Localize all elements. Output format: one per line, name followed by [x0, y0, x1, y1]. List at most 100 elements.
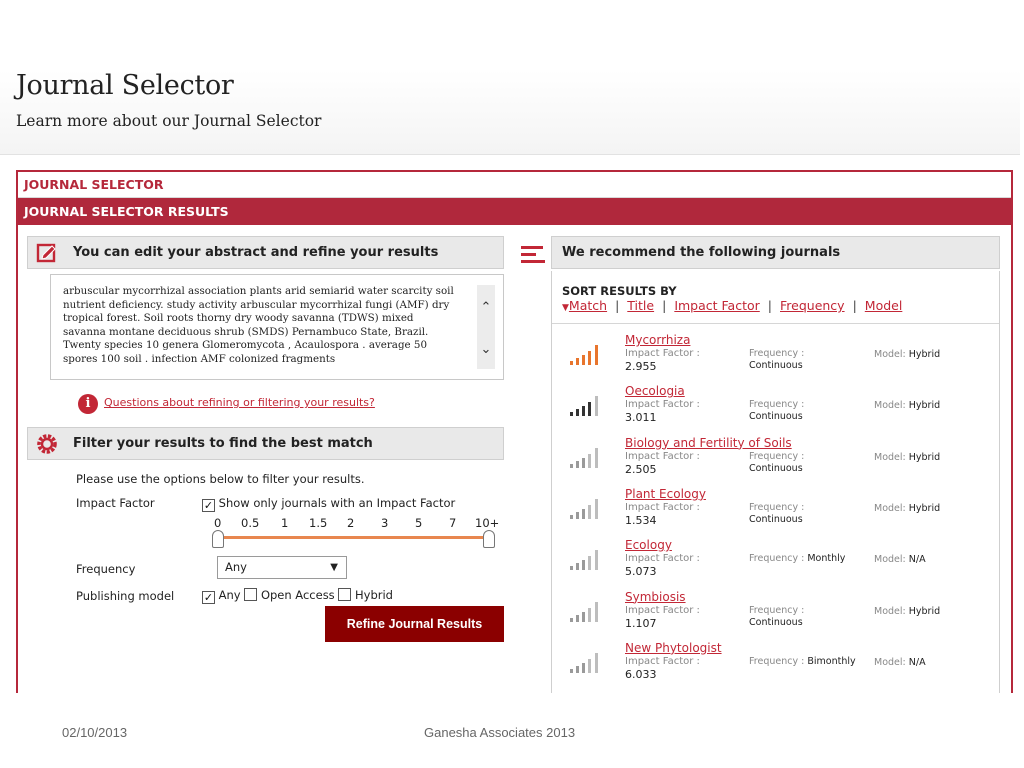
- model-label: Model: Hybrid: [874, 400, 940, 411]
- slider-tick: 0.5: [241, 516, 260, 530]
- edit-panel-header: You can edit your abstract and refine yo…: [27, 236, 504, 269]
- impact-factor-label: Impact Factor :: [625, 399, 700, 411]
- publishing-open-access-checkbox[interactable]: [244, 588, 258, 601]
- journal-result-row: Ecology Impact Factor :5.073 Frequency : M…: [552, 538, 999, 589]
- sort-title: SORT RESULTS BY: [562, 284, 677, 298]
- match-bar: [595, 550, 598, 571]
- journal-result-row: Plant Ecology Impact Factor :1.534 Frequen…: [552, 487, 999, 538]
- filter-panel-header: Filter your results to find the best mat…: [27, 427, 504, 460]
- frequency-label-text: Frequency :: [749, 348, 805, 359]
- journal-title-link[interactable]: Symbiosis: [625, 590, 686, 604]
- match-bar: [582, 406, 585, 417]
- slider-max-handle[interactable]: [483, 530, 495, 548]
- match-bar: [595, 498, 598, 519]
- slider-tick: 10+: [475, 516, 500, 530]
- publishing-model-options: ✓ Any Open Access Hybrid: [202, 588, 393, 604]
- abstract-textarea[interactable]: arbuscular mycorrhizal association plant…: [50, 274, 504, 380]
- impact-factor-value: 6.033: [625, 667, 657, 681]
- model-value: Hybrid: [908, 502, 941, 514]
- impact-factor-value: 5.073: [625, 565, 657, 579]
- slider-tick: 1.5: [309, 516, 328, 530]
- gear-icon: [37, 434, 57, 454]
- publishing-open-access-label[interactable]: Open Access: [261, 588, 335, 602]
- frequency-select-value[interactable]: Any: [225, 560, 247, 574]
- publishing-any-label[interactable]: Any: [219, 588, 241, 602]
- page-subtitle-link[interactable]: Learn more about our Journal Selector: [16, 112, 321, 130]
- match-bar: [576, 409, 579, 417]
- sort-by-impact-factor[interactable]: Impact Factor: [674, 298, 759, 313]
- match-bar: [576, 665, 579, 673]
- publishing-hybrid-label[interactable]: Hybrid: [355, 588, 393, 602]
- chevron-down-icon[interactable]: ▼: [330, 557, 338, 578]
- match-bar: [576, 460, 579, 468]
- impact-factor-label: Impact Factor :: [625, 348, 700, 359]
- journal-title-link[interactable]: Ecology: [625, 538, 672, 552]
- abstract-text[interactable]: arbuscular mycorrhizal association plant…: [63, 285, 455, 367]
- match-bar: [570, 412, 573, 417]
- model-label: Model: N/A: [874, 657, 926, 668]
- impact-factor-label: Impact Factor :: [625, 501, 700, 513]
- slider-tick: 0: [214, 516, 222, 530]
- impact-factor-checkbox-label[interactable]: Show only journals with an Impact Factor: [219, 496, 456, 510]
- model-label: Model: Hybrid: [874, 503, 940, 514]
- impact-factor-checkbox[interactable]: ✓: [202, 499, 215, 512]
- sort-by-frequency[interactable]: Frequency: [780, 298, 845, 313]
- frequency-label-text: Frequency :: [749, 604, 805, 616]
- model-value: N/A: [908, 554, 926, 566]
- frequency-value: Continuous: [749, 513, 803, 525]
- match-bar: [588, 607, 591, 622]
- edit-panel-heading: You can edit your abstract and refine yo…: [73, 245, 439, 260]
- publishing-hybrid-checkbox[interactable]: [338, 588, 352, 601]
- match-strength-icon: [570, 548, 606, 571]
- journal-title-link[interactable]: Plant Ecology: [625, 487, 706, 501]
- match-bar: [570, 668, 573, 673]
- sort-by-model[interactable]: Model: [865, 298, 903, 313]
- match-bar: [576, 614, 579, 622]
- help-link[interactable]: Questions about refining or filtering yo…: [104, 396, 375, 409]
- match-bar: [570, 617, 573, 622]
- model-label: Model: Hybrid: [874, 606, 940, 617]
- match-strength-icon: [570, 446, 606, 468]
- model-label-text: Model:: [874, 502, 906, 514]
- match-bar: [582, 611, 585, 622]
- model-label: Model: N/A: [874, 554, 926, 565]
- match-bar: [588, 402, 591, 417]
- impact-factor-slider-track[interactable]: [218, 536, 489, 539]
- match-bar: [595, 652, 598, 673]
- journal-title-link[interactable]: Oecologia: [625, 384, 685, 398]
- frequency-value: Continuous: [749, 411, 803, 423]
- slider-tick: 5: [415, 516, 423, 530]
- scroll-up-icon[interactable]: ⌃: [479, 301, 493, 315]
- sort-options: ▼Match | Title | Impact Factor | Frequency | Mod…: [562, 298, 903, 313]
- publishing-any-checkbox[interactable]: ✓: [202, 591, 215, 604]
- refine-journal-results-button[interactable]: Refine Journal Results: [325, 606, 504, 642]
- match-bar: [582, 457, 585, 468]
- match-bar: [582, 662, 585, 673]
- slider-tick: 7: [449, 516, 457, 530]
- model-value: Hybrid: [908, 400, 941, 412]
- match-bar: [576, 563, 579, 571]
- impact-factor-value: 1.107: [625, 616, 657, 630]
- match-strength-icon: [570, 600, 606, 622]
- model-label: Model: Hybrid: [874, 452, 940, 463]
- match-bar: [570, 361, 573, 365]
- impact-factor-option[interactable]: ✓ Show only journals with an Impact Fact…: [202, 496, 455, 512]
- page-title: Journal Selector: [16, 70, 234, 101]
- match-bar: [576, 358, 579, 365]
- match-bar: [588, 556, 591, 571]
- frequency-select[interactable]: Any ▼: [217, 556, 347, 579]
- abstract-scrollbar[interactable]: ⌃ ⌄: [477, 285, 495, 369]
- slider-min-handle[interactable]: [212, 530, 224, 548]
- journal-title-link[interactable]: Biology and Fertility of Soils: [625, 436, 792, 450]
- match-bar: [576, 511, 579, 519]
- sort-by-title[interactable]: Title: [627, 298, 654, 313]
- model-value: Hybrid: [908, 349, 941, 360]
- match-bar: [582, 508, 585, 519]
- journal-title-link[interactable]: New Phytologist: [625, 641, 722, 655]
- journal-title-link[interactable]: Mycorrhiza: [625, 333, 690, 347]
- impact-factor-label: Impact Factor :: [625, 604, 700, 616]
- model-label-text: Model:: [874, 656, 906, 668]
- scroll-down-icon[interactable]: ⌄: [479, 343, 493, 357]
- sort-by-match[interactable]: Match: [569, 298, 607, 313]
- frequency-value: Continuous: [749, 462, 803, 474]
